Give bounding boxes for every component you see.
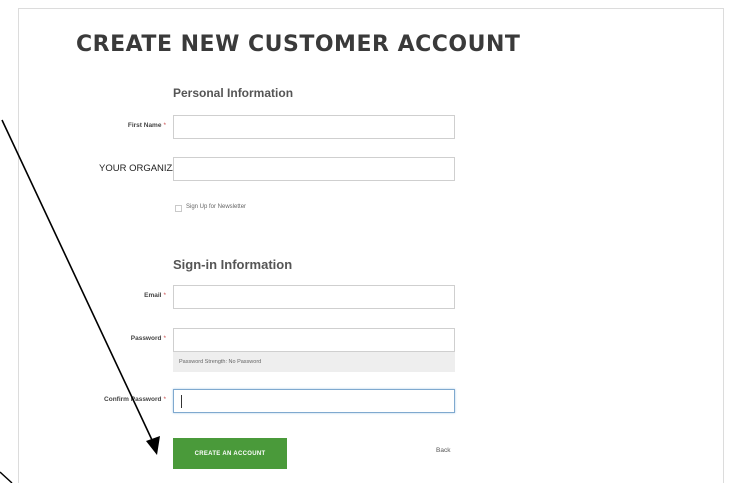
annotation-arrow [0, 119, 160, 483]
arrow-line [1, 119, 153, 441]
arrow-head [146, 436, 160, 455]
corner-stroke [0, 471, 13, 483]
